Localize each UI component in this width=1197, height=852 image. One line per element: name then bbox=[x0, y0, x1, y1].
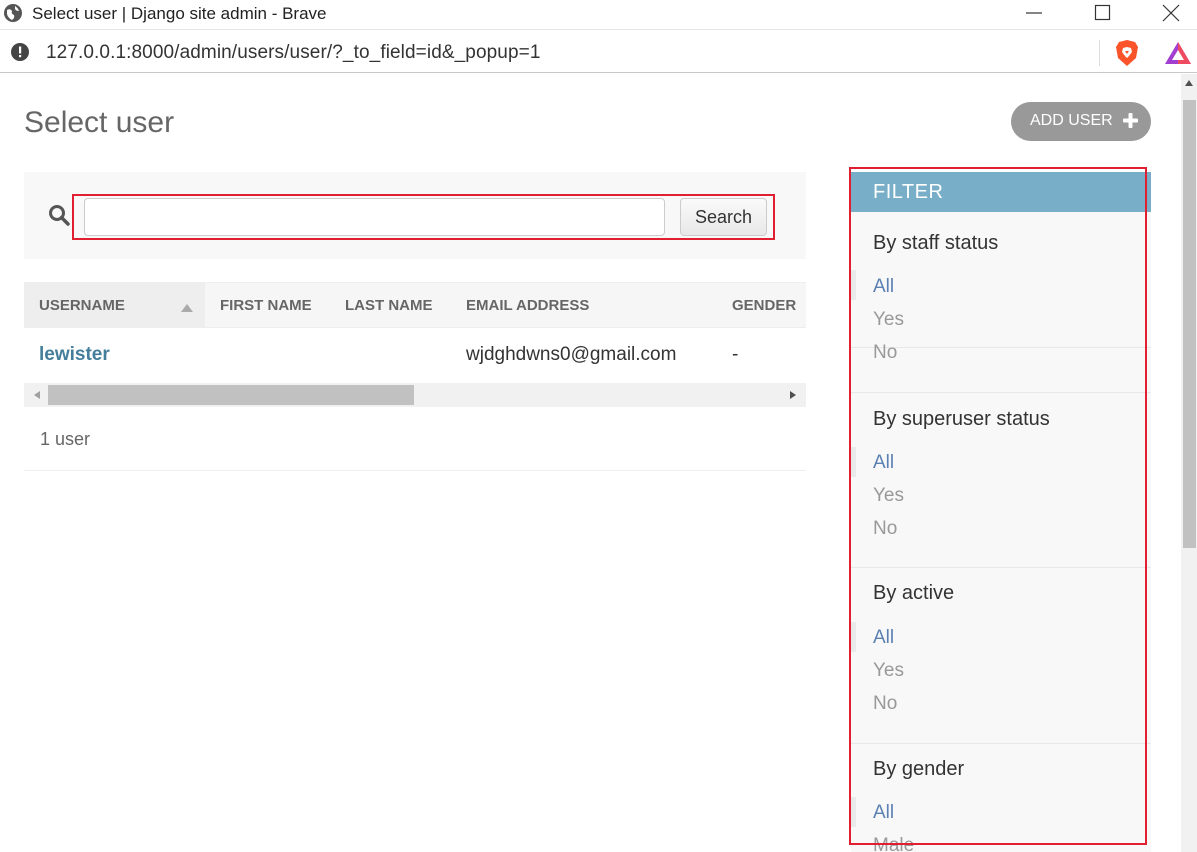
horizontal-scroll-thumb[interactable] bbox=[48, 385, 414, 405]
selected-filter-marker bbox=[851, 270, 856, 300]
globe-icon bbox=[4, 4, 22, 22]
url-text[interactable]: 127.0.0.1:8000/admin/users/user/?_to_fie… bbox=[46, 42, 541, 64]
filter-option-all[interactable]: All bbox=[873, 452, 894, 474]
scroll-left-arrow-icon[interactable] bbox=[34, 391, 40, 399]
vertical-scrollbar[interactable] bbox=[1181, 74, 1197, 852]
table-row: lewister wjdghdwns0@gmail.com - bbox=[24, 328, 806, 382]
sort-ascending-icon[interactable] bbox=[181, 304, 193, 312]
selected-filter-marker bbox=[851, 447, 856, 477]
filter-option-male[interactable]: Male bbox=[873, 835, 914, 852]
paginator: 1 user bbox=[24, 408, 806, 471]
vertical-scroll-thumb[interactable] bbox=[1183, 100, 1196, 548]
result-count: 1 user bbox=[40, 429, 91, 449]
minimize-icon bbox=[1026, 12, 1042, 14]
column-header-gender[interactable]: GENDER bbox=[732, 297, 796, 314]
page-title: Select user bbox=[24, 106, 175, 139]
add-user-label: ADD USER bbox=[1030, 112, 1113, 129]
filter-option-all[interactable]: All bbox=[873, 627, 894, 649]
filter-group-gender: By gender All Male bbox=[851, 744, 1151, 852]
maximize-button[interactable] bbox=[1080, 0, 1126, 30]
close-icon bbox=[1162, 4, 1180, 22]
filter-group-title: By active bbox=[873, 582, 955, 604]
info-icon[interactable] bbox=[10, 42, 30, 62]
address-bar[interactable]: 127.0.0.1:8000/admin/users/user/?_to_fie… bbox=[0, 31, 1197, 73]
filter-option-yes[interactable]: Yes bbox=[873, 660, 904, 682]
brave-rewards-icon[interactable] bbox=[1164, 41, 1192, 65]
search-button[interactable]: Search bbox=[680, 198, 767, 236]
filter-group-title: By superuser status bbox=[873, 408, 1050, 430]
window-title-bar: Select user | Django site admin - Brave bbox=[0, 0, 1197, 30]
column-header-first-name[interactable]: FIRST NAME bbox=[220, 297, 312, 314]
column-header-email[interactable]: EMAIL ADDRESS bbox=[466, 297, 589, 314]
plus-icon bbox=[1123, 113, 1138, 128]
email-cell: wjdghdwns0@gmail.com bbox=[466, 344, 677, 365]
search-input[interactable] bbox=[84, 198, 665, 236]
filter-group-active: By active All Yes No bbox=[851, 568, 1151, 744]
minimize-button[interactable] bbox=[1011, 0, 1057, 30]
close-button[interactable] bbox=[1148, 0, 1194, 30]
column-header-last-name[interactable]: LAST NAME bbox=[345, 297, 433, 314]
search-icon bbox=[49, 205, 70, 226]
window-title: Select user | Django site admin - Brave bbox=[32, 4, 327, 23]
filter-option-no[interactable]: No bbox=[873, 518, 897, 540]
filter-group-superuser-status: By superuser status All Yes No bbox=[851, 392, 1151, 568]
gender-cell: - bbox=[732, 344, 739, 365]
column-header-username[interactable]: USERNAME bbox=[39, 297, 125, 314]
filter-group-staff-status: By staff status All Yes No bbox=[851, 172, 1151, 363]
filter-option-no[interactable]: No bbox=[873, 693, 897, 715]
scroll-right-arrow-icon[interactable] bbox=[790, 391, 796, 399]
brave-shields-icon[interactable] bbox=[1114, 39, 1140, 67]
filter-group-title: By staff status bbox=[873, 232, 999, 254]
filter-option-yes[interactable]: Yes bbox=[873, 485, 904, 507]
filter-option-all[interactable]: All bbox=[873, 276, 894, 298]
selected-filter-marker bbox=[851, 797, 856, 827]
scroll-up-arrow-icon[interactable] bbox=[1185, 80, 1193, 86]
horizontal-scrollbar[interactable] bbox=[24, 383, 806, 407]
filter-option-all[interactable]: All bbox=[873, 802, 894, 824]
username-link[interactable]: lewister bbox=[39, 344, 110, 366]
filter-option-yes[interactable]: Yes bbox=[873, 309, 904, 331]
add-user-button[interactable]: ADD USER bbox=[1011, 102, 1151, 141]
filter-group-title: By gender bbox=[873, 758, 965, 780]
filter-option-no[interactable]: No bbox=[873, 342, 897, 364]
maximize-icon bbox=[1094, 4, 1111, 21]
filter-sidebar: FILTER By staff status All Yes No By sup… bbox=[851, 172, 1151, 852]
toolbar-divider bbox=[1099, 40, 1100, 66]
selected-filter-marker bbox=[851, 622, 856, 652]
table-header: USERNAME FIRST NAME LAST NAME EMAIL ADDR… bbox=[24, 282, 806, 328]
